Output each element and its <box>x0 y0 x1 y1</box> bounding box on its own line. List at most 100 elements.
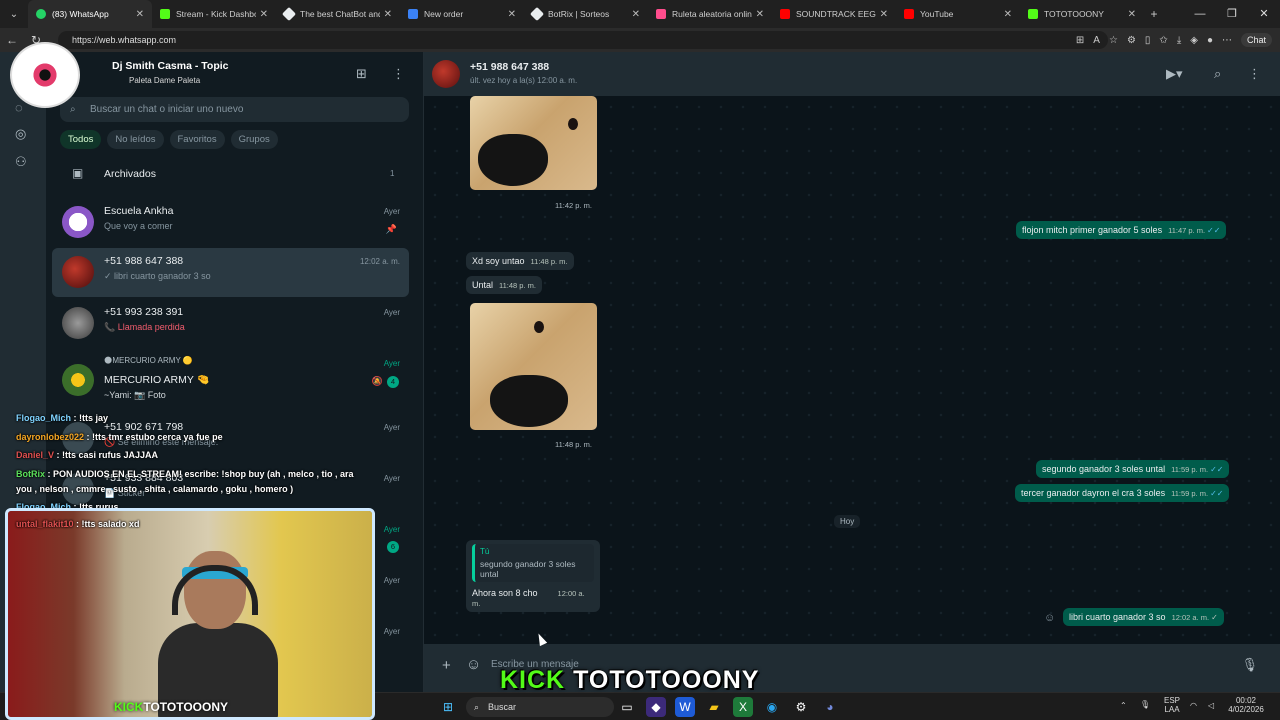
channels-icon[interactable]: ◎ <box>15 126 26 142</box>
collections-icon[interactable]: ◈ <box>1190 35 1198 46</box>
clock[interactable]: 00:02 4/02/2026 <box>1222 696 1270 714</box>
chat-row-mercurio-army[interactable]: 🌑MERCURIO ARMY 🟡 MERCURIO ARMY 🤏 ~Yami: … <box>52 350 409 408</box>
menu-icon[interactable]: ⋮ <box>1248 66 1261 82</box>
contact-avatar[interactable] <box>432 60 460 88</box>
close-icon[interactable]: ✕ <box>756 9 764 20</box>
taskbar-search[interactable]: ⌕ Buscar <box>466 697 614 717</box>
extensions-icon[interactable]: ⚙ <box>1127 35 1136 46</box>
tray-chevron-icon[interactable]: ⌃ <box>1120 701 1127 710</box>
sticker-image[interactable] <box>470 303 597 430</box>
chat-row-933[interactable]: +51 933 884 803 📄 Sticker Ayer <box>52 465 409 514</box>
new-tab-icon[interactable]: + <box>1144 7 1164 21</box>
tab-soundtrack[interactable]: SOUNDTRACK EEG ✕ <box>772 0 896 28</box>
read-aloud-icon[interactable]: A <box>1093 35 1100 46</box>
close-icon[interactable]: ✕ <box>260 9 268 20</box>
close-icon[interactable]: ✕ <box>632 9 640 20</box>
filter-favoritos[interactable]: Favoritos <box>169 130 225 149</box>
chat-row-902[interactable]: +51 902 671 798 🚫 Se eliminó este mensaj… <box>52 414 409 463</box>
status-icon[interactable]: ◌ <box>15 100 23 115</box>
maximize-icon[interactable]: ❐ <box>1216 0 1248 28</box>
file-explorer-icon[interactable]: ▰ <box>704 697 724 717</box>
sticker-image[interactable] <box>470 96 597 190</box>
tab-whatsapp[interactable]: (83) WhatsApp ✕ <box>28 0 152 28</box>
kick-icon <box>1028 9 1038 19</box>
clock-date: 4/02/2026 <box>1228 705 1264 714</box>
chat-row-993[interactable]: +51 993 238 391 📞 Llamada perdida Ayer <box>52 299 409 348</box>
archived-row[interactable]: ▣ Archivados 1 <box>46 160 424 188</box>
close-icon[interactable]: ✕ <box>384 9 392 20</box>
search-input[interactable]: ⌕ Buscar un chat o iniciar uno nuevo <box>60 97 409 122</box>
discord-icon[interactable]: ◕ <box>820 697 840 717</box>
search-icon[interactable]: ⌕ <box>1214 66 1221 82</box>
video-call-icon[interactable]: ▶▾ <box>1166 66 1183 82</box>
wifi-icon[interactable]: ◠ <box>1190 701 1197 710</box>
close-icon[interactable]: ✕ <box>136 9 144 20</box>
chat-row-escuela-ankha[interactable]: Escuela Ankha Que voy a comer Ayer 📌 <box>52 198 409 247</box>
settings-icon[interactable]: ⚙ <box>791 697 811 717</box>
url-field[interactable]: https://web.whatsapp.com <box>58 31 1108 49</box>
attach-icon[interactable]: + <box>442 657 451 674</box>
incoming-message[interactable]: Xd soy untao 11:48 p. m. <box>466 252 574 270</box>
edge-icon[interactable]: ◉ <box>762 697 782 717</box>
excel-icon[interactable]: X <box>733 697 753 717</box>
new-chat-icon[interactable]: ⊞ <box>356 66 367 82</box>
mic-tray-icon[interactable]: 🎙 <box>1140 700 1150 709</box>
search-placeholder: Buscar un chat o iniciar uno nuevo <box>90 104 244 115</box>
tab-kick-dashboard[interactable]: Stream - Kick Dashboard ✕ <box>152 0 276 28</box>
tab-botrix[interactable]: BotRix | Sorteos ✕ <box>524 0 648 28</box>
menu-icon[interactable]: ⋮ <box>392 66 405 82</box>
conversation-header[interactable]: +51 988 647 388 últ. vez hoy a la(s) 12:… <box>424 52 1280 96</box>
profile-avatar[interactable]: ● <box>1207 35 1213 46</box>
close-window-icon[interactable]: ✕ <box>1248 0 1280 28</box>
tab-chatbot[interactable]: The best ChatBot and W ✕ <box>276 0 400 28</box>
chat-row-hidden-2[interactable]: Ayer <box>52 567 409 616</box>
filter-grupos[interactable]: Grupos <box>230 130 278 149</box>
close-icon[interactable]: ✕ <box>508 9 516 20</box>
tab-actions-icon[interactable]: ⌄ <box>0 9 28 20</box>
refresh-icon[interactable]: ↻ <box>24 33 48 47</box>
word-icon[interactable]: W <box>675 697 695 717</box>
volume-icon[interactable]: ◁ <box>1208 701 1214 710</box>
apps-icon[interactable]: ⊞ <box>1076 35 1084 46</box>
filter-todos[interactable]: Todos <box>60 130 102 149</box>
tab-label: The best ChatBot and W <box>300 9 380 19</box>
start-icon[interactable]: ⊞ <box>438 697 458 717</box>
copilot-chat-button[interactable]: Chat <box>1240 33 1272 47</box>
filter-no-leidos[interactable]: No leídos <box>107 130 164 149</box>
emoji-react-icon[interactable]: ☺ <box>1044 612 1055 624</box>
close-icon[interactable]: ✕ <box>880 9 888 20</box>
close-icon[interactable]: ✕ <box>1004 9 1012 20</box>
chat-row-selected[interactable]: +51 988 647 388 ✓ libri cuarto ganador 3… <box>52 248 409 297</box>
outgoing-message[interactable]: flojon mitch primer ganador 5 soles 11:47… <box>1016 221 1227 239</box>
split-icon[interactable]: ▯ <box>1145 35 1151 46</box>
tab-tototooony[interactable]: TOTOTOOONY ✕ <box>1020 0 1144 28</box>
reply-message[interactable]: Tú segundo ganador 3 soles untal Ahora s… <box>466 540 600 612</box>
incoming-message[interactable]: Untal 11:48 p. m. <box>466 276 542 294</box>
contact-name[interactable]: +51 988 647 388 <box>470 61 549 73</box>
minimize-icon[interactable]: — <box>1184 0 1216 28</box>
chat-row-hidden-1[interactable]: Ayer 6 <box>52 516 409 565</box>
outgoing-message[interactable]: libri cuarto ganador 3 so 12:02 a. m. ✓ <box>1063 608 1224 626</box>
close-icon[interactable]: ✕ <box>1128 9 1136 20</box>
back-icon[interactable]: ← <box>0 33 24 47</box>
microphone-icon[interactable]: 🎙 <box>1241 657 1258 673</box>
task-view-icon[interactable]: ▭ <box>617 697 637 717</box>
chat-name: +51 988 647 388 <box>104 255 184 267</box>
tab-youtube[interactable]: YouTube ✕ <box>896 0 1020 28</box>
archived-label: Archivados <box>104 168 156 180</box>
quoted-message[interactable]: Tú segundo ganador 3 soles untal <box>472 544 594 582</box>
sticker-icon[interactable]: ☺ <box>466 656 481 673</box>
favorite-icon[interactable]: ☆ <box>1109 35 1118 46</box>
tab-new-order[interactable]: New order ✕ <box>400 0 524 28</box>
more-icon[interactable]: ⋯ <box>1222 35 1232 46</box>
message-input[interactable]: Escribe un mensaje <box>491 659 579 670</box>
communities-icon[interactable]: ⚇ <box>15 154 27 170</box>
app-icon[interactable]: ◆ <box>646 697 666 717</box>
outgoing-message[interactable]: tercer ganador dayron el cra 3 soles 11:5… <box>1015 484 1230 502</box>
language-indicator[interactable]: ESP LAA <box>1164 696 1180 714</box>
chat-row-hidden-3[interactable]: Ayer <box>52 618 409 667</box>
outgoing-message[interactable]: segundo ganador 3 soles untal 11:59 p. m.… <box>1036 460 1230 478</box>
tab-ruleta[interactable]: Ruleta aleatoria online ✕ <box>648 0 772 28</box>
download-icon[interactable]: ⤓ <box>1177 35 1181 46</box>
favorites-icon[interactable]: ✩ <box>1159 35 1167 46</box>
